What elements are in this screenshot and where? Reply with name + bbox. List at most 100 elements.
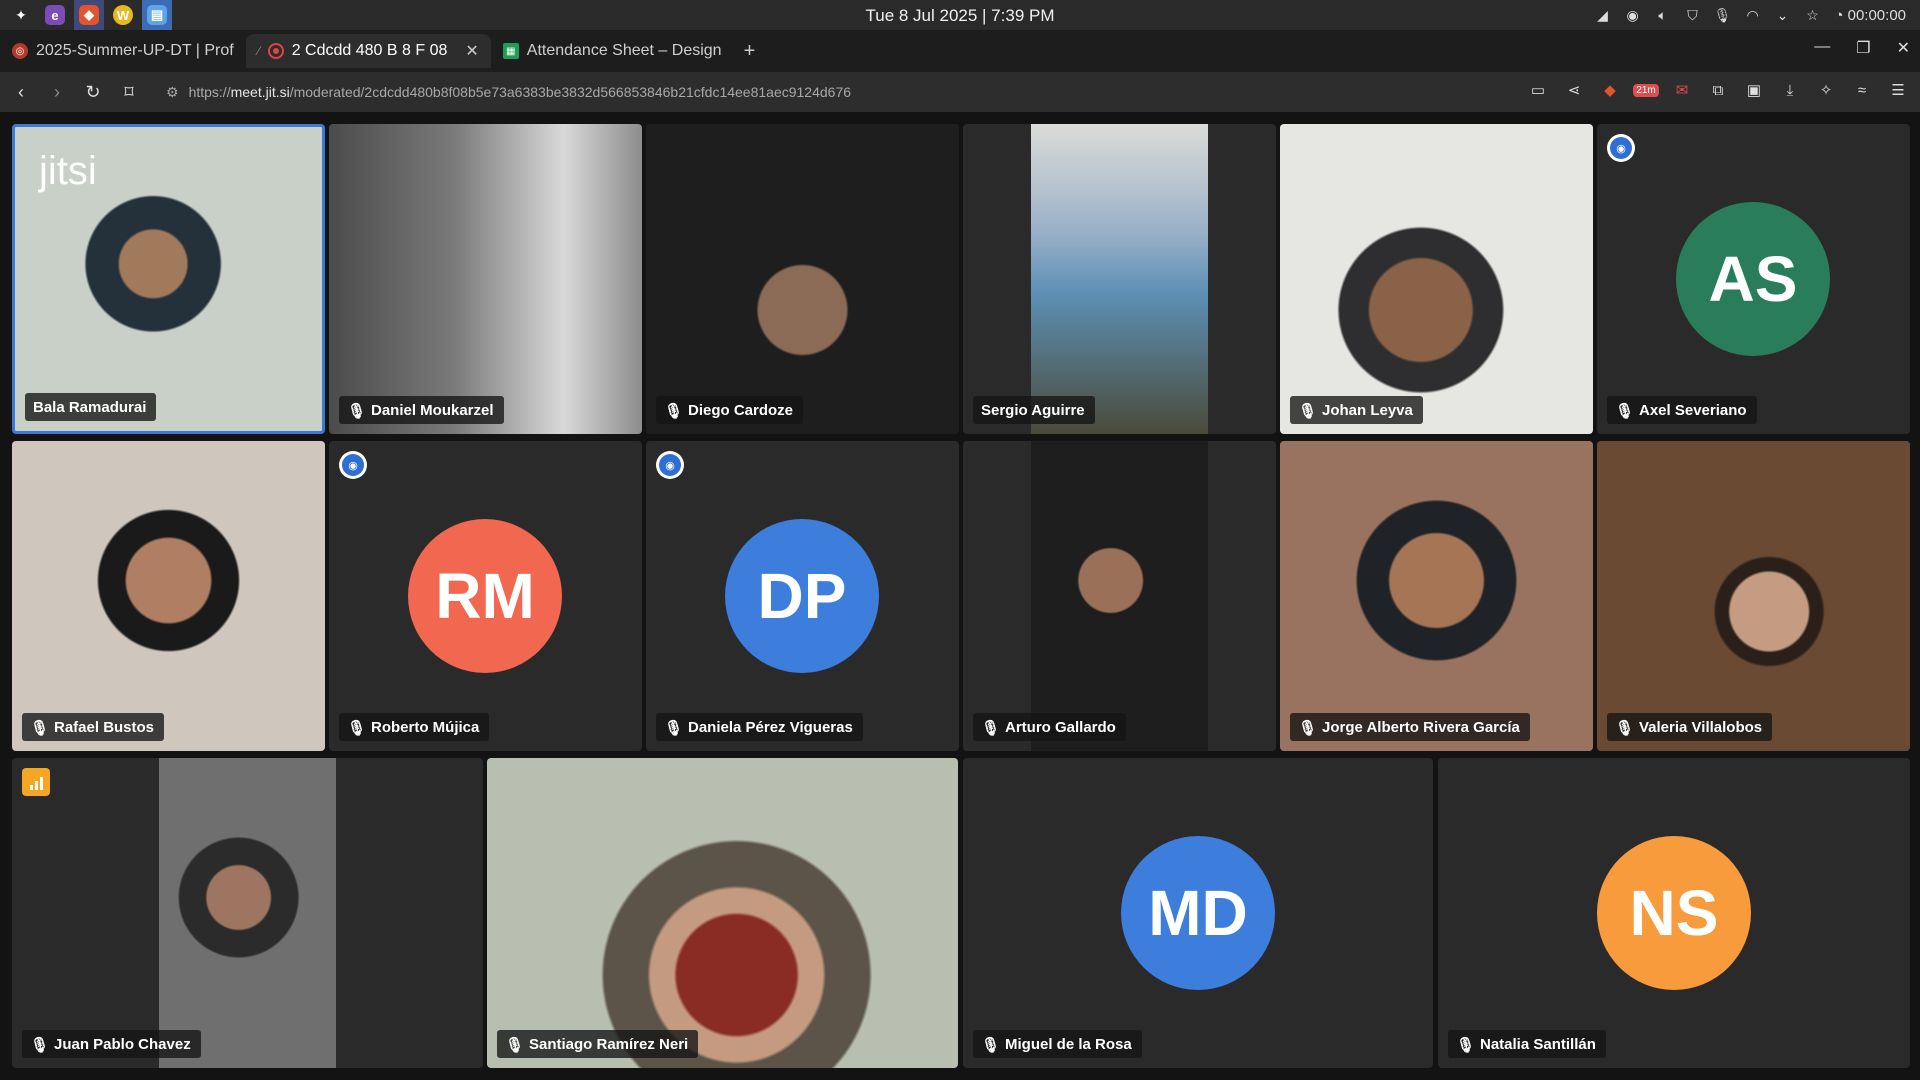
brave-shields-icon[interactable]: ◆	[1600, 80, 1620, 100]
download-icon[interactable]: ⤓	[1780, 80, 1800, 100]
microphone-muted-icon: 🎙︎	[505, 1037, 525, 1054]
participant-avatar: DP	[725, 519, 879, 673]
files-app-icon[interactable]: ▤	[142, 0, 172, 30]
leo-ai-icon[interactable]: ✧	[1816, 80, 1836, 100]
mail-icon[interactable]: ✉	[1672, 80, 1692, 100]
microphone-muted-icon: 🎙︎	[664, 720, 684, 737]
maximize-icon[interactable]: ❐	[1856, 38, 1870, 58]
participant-tile[interactable]: jitsi Bala Ramadurai	[12, 124, 325, 434]
participant-tile[interactable]: 🎙︎ Daniel Moukarzel	[329, 124, 642, 434]
participant-tile[interactable]: ◉ DP 🎙︎ Daniela Pérez Vigueras	[646, 441, 959, 751]
participant-tile[interactable]: 🎙︎ Jorge Alberto Rivera García	[1280, 441, 1593, 751]
participant-nameplate: 🎙︎ Rafael Bustos	[22, 713, 165, 741]
participant-name: Sergio Aguirre	[981, 401, 1085, 419]
cast-icon[interactable]: ▭	[1528, 80, 1548, 100]
participant-tile[interactable]: 🎙︎ Diego Cardoze	[646, 124, 959, 434]
brave-app-icon[interactable]: ◆	[74, 0, 104, 30]
reader-icon[interactable]: ▣	[1744, 80, 1764, 100]
site-info-icon[interactable]: ⚙︎	[166, 84, 179, 101]
microphone-muted-icon: 🎙︎	[347, 720, 367, 737]
shield-icon[interactable]: ⛉	[1685, 7, 1701, 23]
share-icon[interactable]: ⋖	[1564, 80, 1584, 100]
microphone-muted-icon: 🎙︎	[664, 403, 684, 420]
participant-name: Daniela Pérez Vigueras	[688, 718, 853, 736]
video-feed	[329, 124, 642, 434]
participant-avatar: AS	[1676, 202, 1830, 356]
extensions-icon[interactable]: ⧉	[1708, 80, 1728, 100]
participant-avatar: RM	[408, 519, 562, 673]
globe-icon[interactable]: ◉	[1625, 7, 1641, 23]
tab-course[interactable]: ◎ 2025-Summer-UP-DT | Prof	[0, 34, 246, 68]
app-launcher-group: ✦ e ◆ W ▤	[0, 0, 172, 30]
timer[interactable]: ◔ 00:00:00	[1835, 7, 1906, 24]
url-scheme: https://	[188, 84, 231, 100]
video-feed	[487, 758, 958, 1068]
timer-icon: ◔	[1834, 6, 1844, 24]
new-tab-button[interactable]: +	[744, 40, 756, 63]
participant-tile[interactable]: Sergio Aguirre	[963, 124, 1276, 434]
participant-nameplate: 🎙︎ Natalia Santillán	[1448, 1030, 1606, 1058]
vpn-icon[interactable]: ≈	[1852, 80, 1872, 100]
tab-attendance[interactable]: ▦ Attendance Sheet – Design	[491, 34, 734, 68]
video-feed	[1031, 441, 1208, 751]
tab-meeting[interactable]: ⁄ 2 Cdcdd 480 B 8 F 08 ✕	[245, 34, 491, 68]
participant-tile[interactable]: ◉ AS 🎙︎ Axel Severiano	[1597, 124, 1910, 434]
participant-name: Roberto Mújica	[371, 718, 480, 736]
video-feed	[646, 124, 959, 434]
reload-icon[interactable]: ↻	[78, 77, 108, 107]
back-icon[interactable]: ‹	[6, 77, 36, 107]
wps-app-icon[interactable]: W	[108, 0, 138, 30]
forward-icon[interactable]: ›	[42, 77, 72, 107]
participant-tile[interactable]: 🎙︎ Johan Leyva	[1280, 124, 1593, 434]
microphone-muted-icon: 🎙︎	[981, 1037, 1001, 1054]
url-host: meet.jit.si	[230, 84, 290, 100]
mute-tab-icon[interactable]: ⁄	[258, 44, 260, 58]
participant-nameplate: 🎙︎ Arturo Gallardo	[973, 713, 1126, 741]
microphone-muted-icon: 🎙︎	[1615, 720, 1635, 737]
emacs-app-icon[interactable]: e	[40, 0, 70, 30]
tab-label: Attendance Sheet – Design	[526, 42, 722, 59]
participant-tile[interactable]: 🎙︎ Juan Pablo Chavez	[12, 758, 483, 1068]
activities-icon[interactable]: ✦	[6, 0, 36, 30]
calendar-extension-icon[interactable]: 21m	[1633, 80, 1659, 100]
microphone-muted-icon: 🎙︎	[1615, 403, 1635, 420]
system-tray: ◢ ◉ 🔈︎ ⛉ 🎙︎ ◠ ⌄ ☆ ◔ 00:00:00	[1595, 0, 1906, 30]
participant-name: Miguel de la Rosa	[1005, 1035, 1132, 1053]
course-favicon-icon: ◎	[12, 43, 28, 59]
participant-name: Santiago Ramírez Neri	[529, 1035, 689, 1053]
participant-nameplate: 🎙︎ Santiago Ramírez Neri	[497, 1030, 699, 1058]
participant-name: Juan Pablo Chavez	[54, 1035, 191, 1053]
close-window-icon[interactable]: ✕	[1897, 38, 1910, 58]
volume-icon[interactable]: 🔈︎	[1655, 7, 1671, 23]
participant-name: Rafael Bustos	[54, 718, 155, 736]
participant-tile[interactable]: ◉ RM 🎙︎ Roberto Mújica	[329, 441, 642, 751]
participant-tile[interactable]: NS 🎙︎ Natalia Santillán	[1438, 758, 1910, 1068]
participant-tile[interactable]: 🎙︎ Valeria Villalobos	[1597, 441, 1910, 751]
address-bar[interactable]: ⚙︎ https://meet.jit.si/moderated/2cdcdd4…	[166, 84, 851, 101]
connection-quality-icon[interactable]	[22, 768, 50, 796]
url-path: /moderated/2cdcdd480b8f08b5e73a6383be383…	[289, 84, 852, 100]
participant-nameplate: 🎙︎ Miguel de la Rosa	[973, 1030, 1142, 1058]
chevron-down-icon[interactable]: ⌄	[1775, 7, 1791, 23]
participant-tile[interactable]: 🎙︎ Rafael Bustos	[12, 441, 325, 751]
url-text: https://meet.jit.si/moderated/2cdcdd480b…	[189, 84, 851, 100]
video-feed	[1280, 124, 1593, 434]
minimize-icon[interactable]: —	[1814, 38, 1830, 58]
microphone-muted-icon: 🎙︎	[981, 720, 1001, 737]
participant-avatar: MD	[1121, 836, 1275, 990]
star-icon[interactable]: ☆	[1805, 7, 1821, 23]
participant-name: Jorge Alberto Rivera García	[1322, 718, 1520, 736]
close-tab-icon[interactable]: ✕	[465, 41, 478, 61]
participant-tile[interactable]: 🎙︎ Santiago Ramírez Neri	[487, 758, 958, 1068]
menu-icon[interactable]: ☰	[1888, 80, 1908, 100]
participant-tile[interactable]: 🎙︎ Arturo Gallardo	[963, 441, 1276, 751]
tab-label: 2025-Summer-UP-DT | Prof	[36, 42, 234, 59]
participant-tile[interactable]: MD 🎙︎ Miguel de la Rosa	[963, 758, 1433, 1068]
participant-nameplate: 🎙︎ Axel Severiano	[1607, 396, 1757, 424]
bookmark-icon[interactable]: ⌑	[114, 77, 144, 107]
microphone-icon[interactable]: 🎙︎	[1714, 7, 1732, 23]
nvidia-icon[interactable]: ◢	[1595, 7, 1611, 23]
participant-name: Valeria Villalobos	[1639, 718, 1763, 736]
raised-hand-indicator-icon: ◉	[656, 451, 684, 479]
wifi-icon[interactable]: ◠	[1745, 7, 1761, 23]
